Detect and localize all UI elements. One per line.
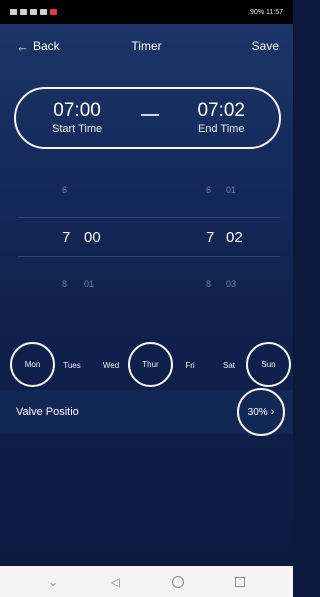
signal-icon xyxy=(20,9,27,15)
status-bar: 90% 11:57 xyxy=(0,0,293,24)
start-time-value: 07:00 xyxy=(53,100,101,121)
notification-icon xyxy=(50,9,57,15)
signal-icon-2 xyxy=(30,9,37,15)
end-hour-prev[interactable]: 6 xyxy=(206,185,211,195)
chevron-right-icon: › xyxy=(270,406,275,418)
end-hour-next[interactable]: 8 xyxy=(206,279,211,289)
day-mon[interactable]: Mon xyxy=(10,342,55,387)
triangle-back-icon[interactable]: ◁ xyxy=(103,570,127,594)
valve-position-value[interactable]: 30% › xyxy=(237,388,285,436)
picker-row-selected[interactable]: 7 00 7 02 xyxy=(18,217,280,257)
valve-position-percent: 30% xyxy=(247,406,268,418)
start-min-selected[interactable]: 00 xyxy=(84,229,101,246)
end-time-label: End Time xyxy=(197,123,245,135)
time-range-display[interactable]: 07:00 Start Time 07:02 End Time xyxy=(14,87,281,149)
day-thur[interactable]: Thur xyxy=(128,342,173,387)
circle-home-icon[interactable] xyxy=(166,570,190,594)
sim-icon xyxy=(10,9,17,15)
picker-row-prev[interactable]: 6 6 01 xyxy=(18,170,280,210)
chevron-down-icon[interactable]: ⌄ xyxy=(41,570,65,594)
back-arrow-icon: ← xyxy=(16,38,29,54)
start-hour-next[interactable]: 8 xyxy=(62,279,67,289)
valve-position-label: Valve Positio xyxy=(16,406,79,418)
picker-row-next[interactable]: 8 01 8 03 xyxy=(18,264,280,304)
range-separator xyxy=(140,114,159,116)
end-time-group[interactable]: 07:02 End Time xyxy=(197,100,245,136)
end-time-value: 07:02 xyxy=(197,100,245,121)
timer-screen: ← Back Timer Save 07:00 Start Time 07:02… xyxy=(0,24,293,566)
back-button[interactable]: ← Back xyxy=(16,39,60,54)
system-nav-bar: ⌄ ◁ xyxy=(0,566,293,597)
day-fri[interactable]: Fri xyxy=(182,347,198,383)
status-battery-time: 90% 11:57 xyxy=(250,8,283,16)
day-sun[interactable]: Sun xyxy=(246,342,291,387)
valve-position-row[interactable]: Valve Positio 30% › xyxy=(0,388,293,436)
header: ← Back Timer Save xyxy=(0,24,293,68)
back-label: Back xyxy=(33,39,60,53)
end-hour-selected[interactable]: 7 xyxy=(206,229,214,246)
day-tues[interactable]: Tues xyxy=(60,347,84,383)
status-icons-left xyxy=(10,9,57,15)
page-title: Timer xyxy=(131,39,162,53)
start-time-group[interactable]: 07:00 Start Time xyxy=(52,100,103,136)
start-hour-selected[interactable]: 7 xyxy=(62,229,70,246)
save-button[interactable]: Save xyxy=(252,39,279,53)
wifi-icon xyxy=(40,9,47,15)
start-min-next[interactable]: 01 xyxy=(84,279,94,289)
end-min-prev[interactable]: 01 xyxy=(226,185,236,195)
end-min-selected[interactable]: 02 xyxy=(226,229,243,246)
end-min-next[interactable]: 03 xyxy=(226,279,236,289)
weekday-selector: Mon Tues Wed Thur Fri Sat Sun xyxy=(0,342,293,387)
start-time-label: Start Time xyxy=(52,123,103,135)
day-sat[interactable]: Sat xyxy=(220,347,238,383)
start-hour-prev[interactable]: 6 xyxy=(62,185,67,195)
day-wed[interactable]: Wed xyxy=(100,347,122,383)
square-recents-icon[interactable] xyxy=(228,570,252,594)
time-picker[interactable]: 6 6 01 7 00 7 02 8 01 8 03 xyxy=(18,170,280,310)
